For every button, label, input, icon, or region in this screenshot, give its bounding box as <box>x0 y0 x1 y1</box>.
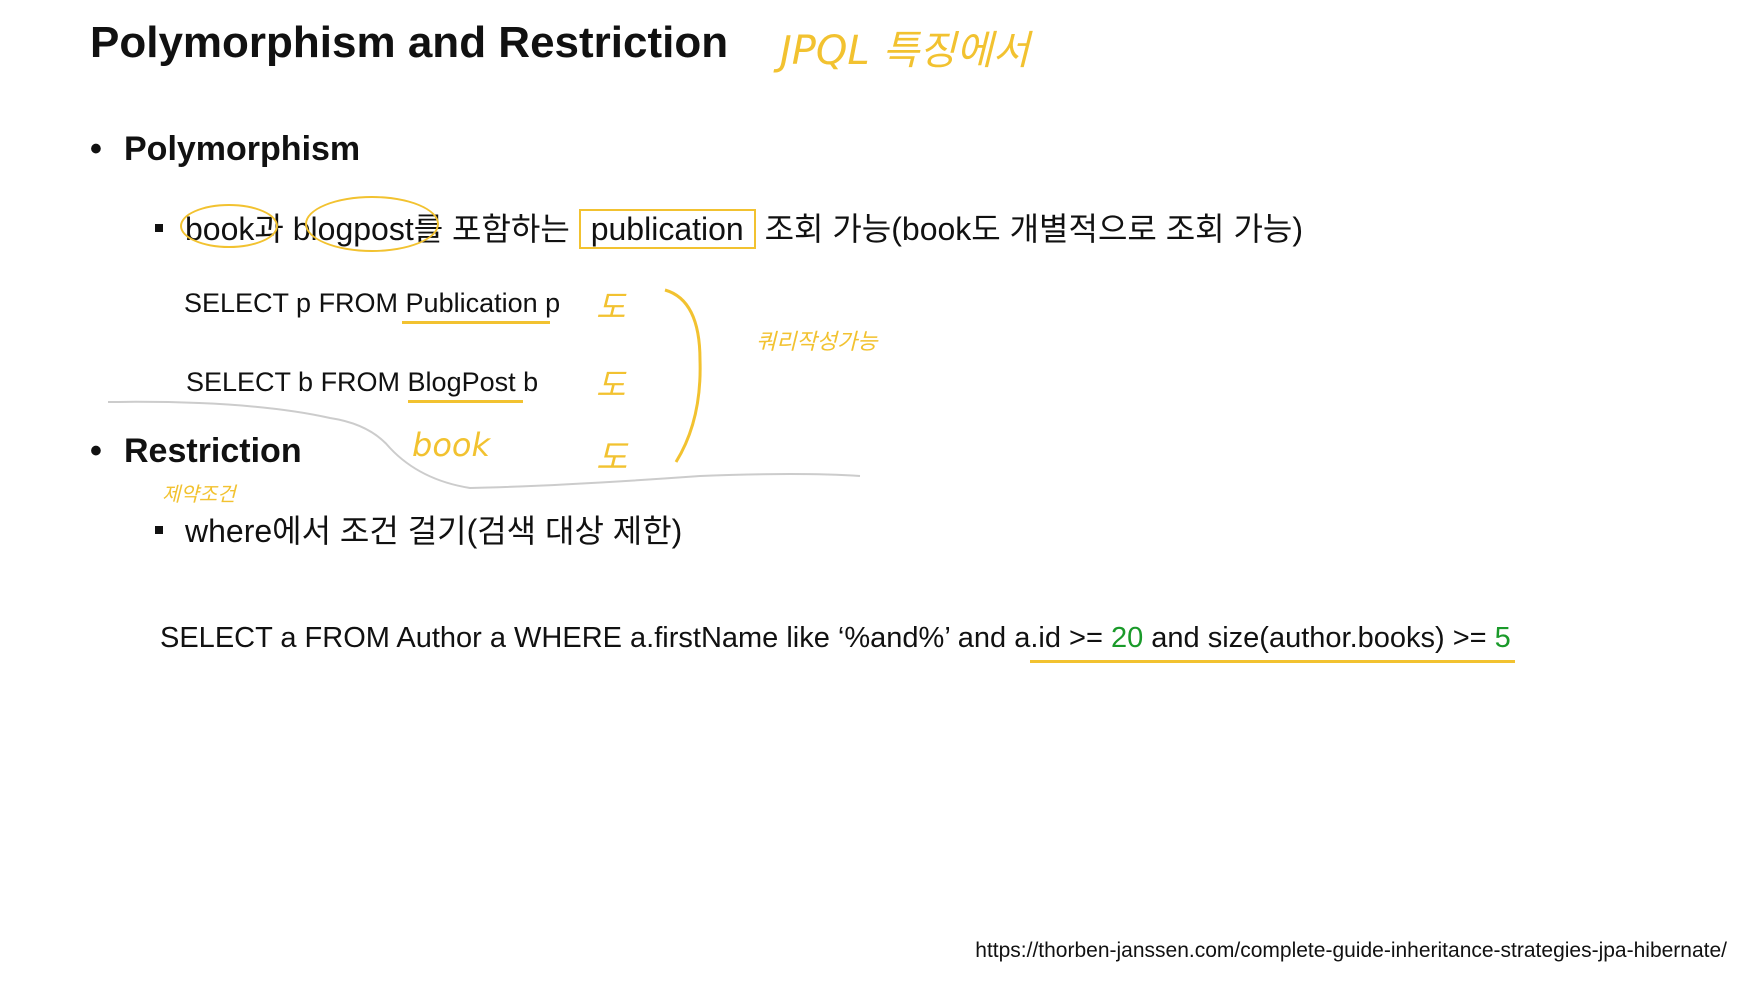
bullet-dot-icon: • <box>90 432 102 470</box>
handwritten-strokes <box>107 288 861 490</box>
brace-stroke <box>664 288 702 463</box>
restriction-description: where에서 조건 걸기(검색 대상 제한) <box>155 506 682 552</box>
query-number-id: 20 <box>1110 622 1144 654</box>
restriction-query: SELECT a FROM Author a WHERE a.firstName… <box>160 622 1511 655</box>
restriction-heading: Restriction <box>124 432 302 470</box>
query-part: SELECT a FROM Author a WHERE a.firstName… <box>160 622 1111 654</box>
restriction-text: where에서 조건 걸기(검색 대상 제한) <box>185 513 683 549</box>
query-underline <box>1030 660 1515 663</box>
query-number-size: 5 <box>1494 622 1511 654</box>
query-part: and size(author.books) >= <box>1143 622 1495 654</box>
square-bullet-icon <box>155 525 163 534</box>
source-url: https://thorben-janssen.com/complete-gui… <box>975 939 1727 962</box>
note-constraint: 제약조건 <box>162 482 236 506</box>
restriction-bullet: • Restriction <box>90 432 302 471</box>
